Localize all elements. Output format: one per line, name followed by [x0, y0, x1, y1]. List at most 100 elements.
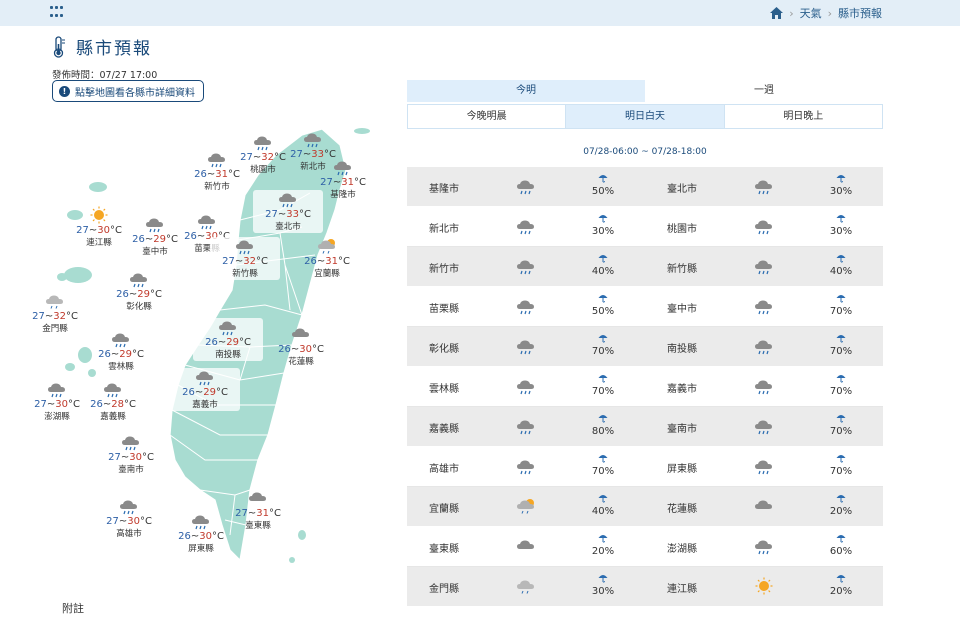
table-row: 宜蘭縣 40% 花蓮縣 20% — [407, 487, 883, 527]
map-county-label[interactable]: 26~30°C 花蓮縣 — [266, 325, 336, 368]
county-name[interactable]: 桃園市 — [667, 220, 697, 235]
tab-today-tomorrow[interactable]: 今明 — [407, 80, 645, 102]
map-county-label[interactable]: 27~32°C 新竹縣 — [210, 237, 280, 280]
map-county-label[interactable]: 27~32°C 金門縣 — [20, 292, 90, 335]
county-name[interactable]: 雲林縣 — [429, 380, 459, 395]
cloud-rain-light-icon — [46, 295, 63, 309]
rain-probability: 40% — [583, 493, 623, 517]
map-county-label[interactable]: 26~29°C 雲林縣 — [86, 330, 156, 373]
county-name[interactable]: 臺中市 — [667, 300, 697, 315]
county-name[interactable]: 屏東縣 — [667, 460, 697, 475]
map-county-label[interactable]: 26~31°C 宜蘭縣 — [292, 237, 362, 280]
umbrella-icon — [836, 215, 846, 223]
map-county-label[interactable]: 27~31°C 臺東縣 — [223, 489, 293, 532]
county-cell[interactable]: 臺東縣 20% — [407, 527, 645, 567]
map-county-label[interactable]: 26~28°C 嘉義縣 — [78, 380, 148, 423]
map-temp: 27~31°C — [320, 177, 366, 188]
temp-low: 27 — [290, 149, 303, 160]
map-county-label[interactable]: 26~29°C 嘉義市 — [170, 368, 240, 411]
county-name[interactable]: 高雄市 — [429, 460, 459, 475]
county-cell[interactable]: 新北市 30% — [407, 207, 645, 247]
county-cell[interactable]: 新竹縣 40% — [645, 247, 883, 287]
rain-probability-value: 50% — [591, 186, 615, 197]
county-cell[interactable]: 嘉義市 70% — [645, 367, 883, 407]
county-cell[interactable]: 彰化縣 70% — [407, 327, 645, 367]
county-cell[interactable]: 臺北市 30% — [645, 167, 883, 207]
temp-high: 29 — [203, 387, 216, 398]
county-name[interactable]: 臺北市 — [667, 180, 697, 195]
map-county-label[interactable]: 27~33°C 臺北市 — [253, 190, 323, 233]
county-name[interactable]: 嘉義縣 — [429, 420, 459, 435]
county-cell[interactable]: 新竹市 40% — [407, 247, 645, 287]
menu-grid-icon[interactable] — [50, 6, 64, 20]
breadcrumb-weather[interactable]: 天氣 — [800, 5, 822, 21]
county-name[interactable]: 澎湖縣 — [667, 540, 697, 555]
rain-probability-value: 20% — [829, 586, 853, 597]
cloud-rain-icon — [192, 515, 209, 530]
rain-probability-value: 30% — [829, 186, 853, 197]
cloud-rain-icon — [755, 300, 772, 315]
county-name[interactable]: 嘉義市 — [667, 380, 697, 395]
county-cell[interactable]: 屏東縣 70% — [645, 447, 883, 487]
county-cell[interactable]: 雲林縣 70% — [407, 367, 645, 407]
county-name[interactable]: 臺東縣 — [429, 540, 459, 555]
map-county-label[interactable]: 27~30°C 高雄市 — [94, 497, 164, 540]
map-county-label[interactable]: 26~29°C 南投縣 — [193, 318, 263, 361]
county-cell[interactable]: 臺中市 70% — [645, 287, 883, 327]
county-cell[interactable]: 嘉義縣 80% — [407, 407, 645, 447]
cloud-rain-icon — [517, 380, 534, 395]
map-hint-button[interactable]: ! 點擊地圖看各縣市詳細資料 — [52, 80, 204, 102]
umbrella-icon — [836, 375, 846, 383]
cloud-rain-icon — [122, 436, 139, 451]
rain-probability-value: 70% — [829, 466, 853, 477]
temp-high: 30 — [97, 225, 110, 236]
county-name[interactable]: 苗栗縣 — [429, 300, 459, 315]
table-row: 新北市 30% 桃園市 30% — [407, 207, 883, 247]
county-name[interactable]: 彰化縣 — [429, 340, 459, 355]
county-cell[interactable]: 桃園市 30% — [645, 207, 883, 247]
county-cell[interactable]: 宜蘭縣 40% — [407, 487, 645, 527]
county-cell[interactable]: 澎湖縣 60% — [645, 527, 883, 567]
umbrella-icon — [598, 255, 608, 263]
rain-probability: 20% — [821, 573, 861, 597]
county-name[interactable]: 花蓮縣 — [667, 500, 697, 515]
county-cell[interactable]: 金門縣 30% — [407, 567, 645, 607]
tab-one-week[interactable]: 一週 — [645, 80, 883, 102]
umbrella-icon — [836, 175, 846, 183]
rain-probability: 50% — [583, 293, 623, 317]
home-icon[interactable] — [770, 7, 784, 19]
county-cell[interactable]: 花蓮縣 20% — [645, 487, 883, 527]
county-name[interactable]: 宜蘭縣 — [429, 500, 459, 515]
county-name[interactable]: 基隆市 — [429, 180, 459, 195]
county-name[interactable]: 新竹市 — [429, 260, 459, 275]
tab-tomorrow-day[interactable]: 明日白天 — [566, 105, 725, 128]
cloud-rain-icon — [517, 420, 534, 435]
county-name[interactable]: 新北市 — [429, 220, 459, 235]
rain-probability: 70% — [821, 333, 861, 357]
cloud-rain-icon — [755, 380, 772, 395]
map-county-label[interactable]: 27~30°C 臺南市 — [96, 433, 166, 476]
breadcrumb-county-forecast[interactable]: 縣市預報 — [838, 5, 882, 21]
county-name: 宜蘭縣 — [314, 269, 340, 279]
county-cell[interactable]: 苗栗縣 50% — [407, 287, 645, 327]
county-name[interactable]: 臺南市 — [667, 420, 697, 435]
county-cell[interactable]: 高雄市 70% — [407, 447, 645, 487]
county-name[interactable]: 南投縣 — [667, 340, 697, 355]
county-name: 新竹縣 — [232, 269, 258, 279]
rain-probability-value: 60% — [829, 546, 853, 557]
county-cell[interactable]: 南投縣 70% — [645, 327, 883, 367]
county-cell[interactable]: 基隆市 50% — [407, 167, 645, 207]
county-name[interactable]: 連江縣 — [667, 580, 697, 595]
umbrella-icon — [836, 295, 846, 303]
tab-tonight[interactable]: 今晚明晨 — [408, 105, 567, 128]
county-cell[interactable]: 連江縣 20% — [645, 567, 883, 607]
map-county-label[interactable]: 26~29°C 彰化縣 — [104, 270, 174, 313]
county-cell[interactable]: 臺南市 70% — [645, 407, 883, 447]
county-name[interactable]: 金門縣 — [429, 580, 459, 595]
county-name[interactable]: 新竹縣 — [667, 260, 697, 275]
rain-probability-value: 70% — [591, 466, 615, 477]
temp-high: 33 — [286, 209, 299, 220]
tab-tomorrow-night[interactable]: 明日晚上 — [725, 105, 882, 128]
cloud-icon — [292, 328, 309, 337]
table-row: 彰化縣 70% 南投縣 70% — [407, 327, 883, 367]
